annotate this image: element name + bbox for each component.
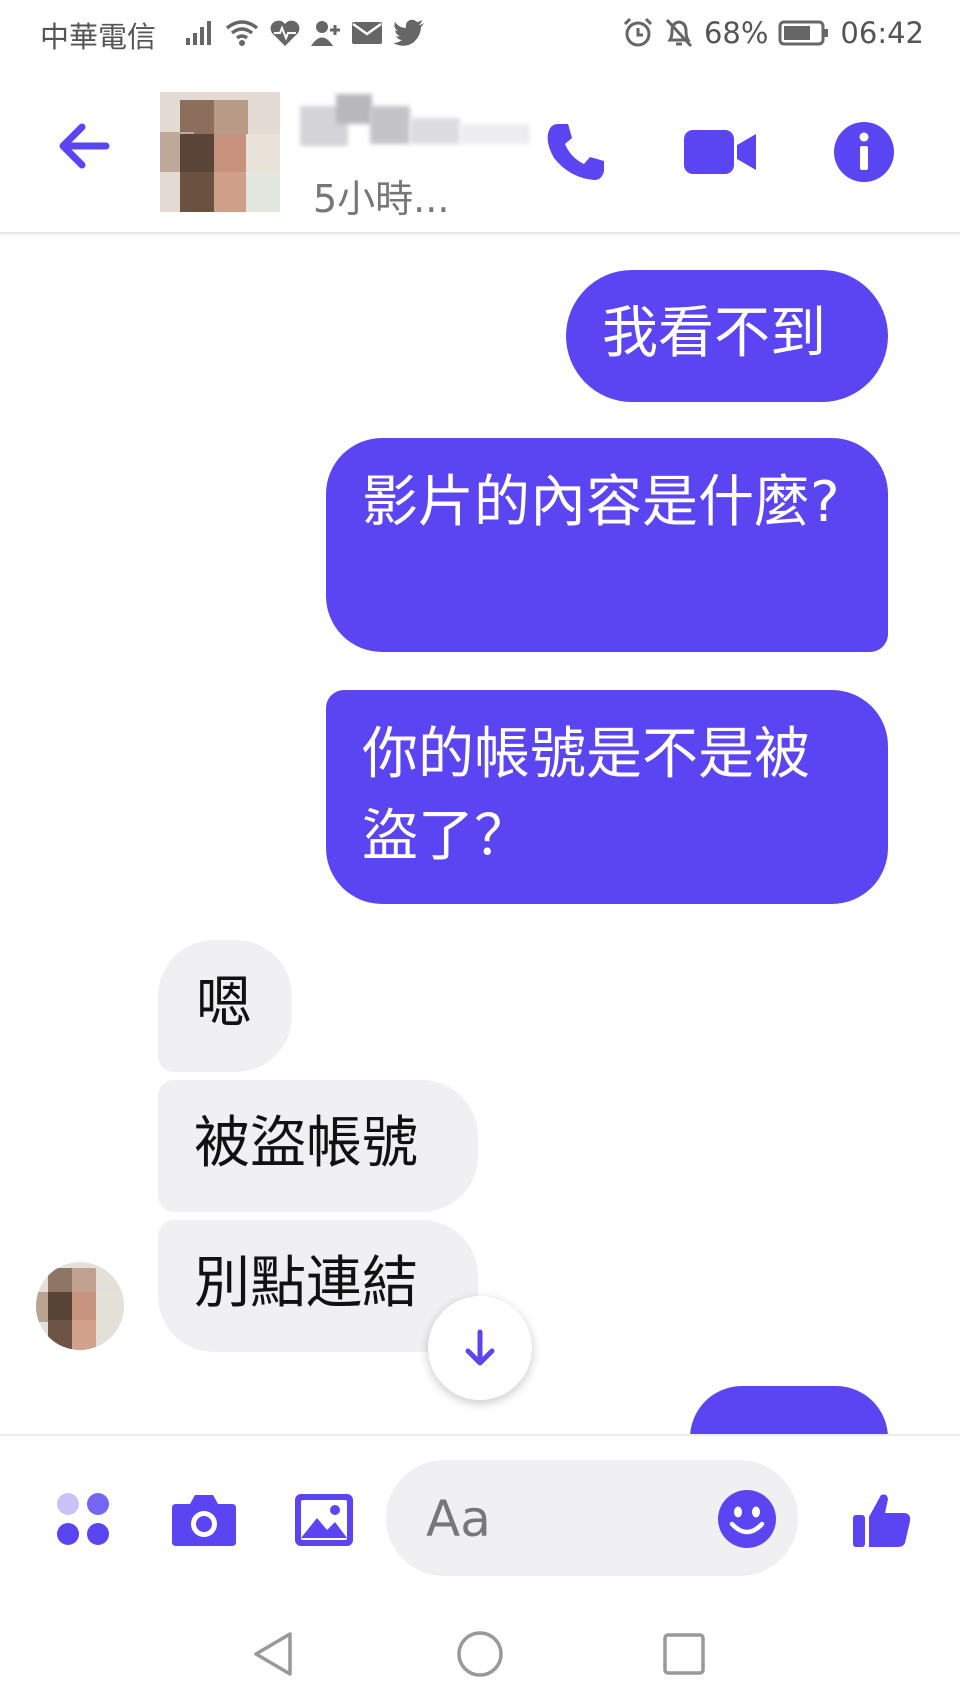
scroll-to-bottom-button[interactable] [428, 1296, 532, 1400]
system-navigation-bar [0, 1596, 960, 1706]
message-bubble-outgoing[interactable]: 你的帳號是不是被盜了？ [326, 690, 888, 904]
status-bar: 中華電信 68% 06:42 [0, 0, 960, 68]
message-input[interactable] [424, 1484, 708, 1554]
info-icon [834, 122, 894, 182]
back-triangle-icon [254, 1632, 292, 1676]
mail-icon [351, 21, 383, 45]
mute-icon [664, 17, 694, 49]
message-input-container[interactable] [386, 1460, 798, 1576]
nav-back-button[interactable] [244, 1624, 304, 1684]
last-active-status: 5小時... [313, 177, 450, 221]
message-composer [0, 1434, 960, 1598]
gallery-icon [295, 1494, 353, 1546]
back-button[interactable] [52, 114, 116, 178]
video-call-button[interactable] [680, 112, 760, 192]
conversation-info-button[interactable] [824, 112, 904, 192]
add-contact-icon [311, 19, 341, 47]
message-text: 嗯 [196, 971, 252, 1036]
sender-avatar[interactable] [36, 1262, 124, 1350]
emoji-button[interactable] [716, 1488, 778, 1550]
message-text: 被盜帳號 [194, 1111, 418, 1176]
camera-button[interactable] [168, 1484, 240, 1556]
notification-icons [185, 14, 425, 52]
message-text: 你的帳號是不是被盜了？ [362, 722, 810, 869]
home-circle-icon [457, 1631, 503, 1677]
message-bubble-outgoing[interactable]: 我看不到 [566, 270, 888, 402]
clock: 06:42 [840, 16, 924, 50]
thumbs-up-icon [853, 1494, 911, 1547]
battery-icon [778, 19, 830, 47]
contact-name[interactable] [300, 88, 545, 148]
signal-icon [185, 20, 215, 46]
message-text: 我看不到 [602, 301, 826, 366]
like-button[interactable] [846, 1484, 918, 1556]
alarm-icon [622, 17, 654, 49]
nav-home-button[interactable] [450, 1624, 510, 1684]
wifi-icon [225, 19, 259, 47]
more-actions-button[interactable] [48, 1484, 120, 1556]
voice-call-button[interactable] [536, 112, 616, 192]
message-bubble-incoming[interactable]: 嗯 [158, 940, 292, 1072]
message-bubble-outgoing-partial [690, 1386, 888, 1438]
message-text: 影片的內容是什麼? [362, 470, 840, 535]
message-bubble-incoming[interactable]: 被盜帳號 [158, 1080, 478, 1212]
battery-percent: 68% [703, 16, 769, 50]
contact-avatar[interactable] [160, 92, 280, 212]
apps-icon [57, 1493, 109, 1545]
gallery-button[interactable] [288, 1484, 360, 1556]
emoji-icon [718, 1490, 776, 1548]
video-camera-icon [684, 130, 756, 174]
recents-square-icon [663, 1633, 705, 1675]
twitter-icon [393, 19, 425, 47]
back-arrow-icon [59, 123, 110, 169]
message-text: 別點連結 [194, 1251, 418, 1316]
conversation-header: 5小時... [0, 68, 960, 234]
camera-icon [172, 1495, 236, 1546]
carrier-label: 中華電信 [40, 20, 157, 54]
phone-icon [547, 124, 604, 180]
system-status: 68% 06:42 [622, 14, 924, 52]
health-icon [269, 19, 301, 47]
message-bubble-outgoing[interactable]: 影片的內容是什麼? [326, 438, 888, 652]
arrow-down-icon [465, 1329, 495, 1366]
nav-recents-button[interactable] [654, 1624, 714, 1684]
